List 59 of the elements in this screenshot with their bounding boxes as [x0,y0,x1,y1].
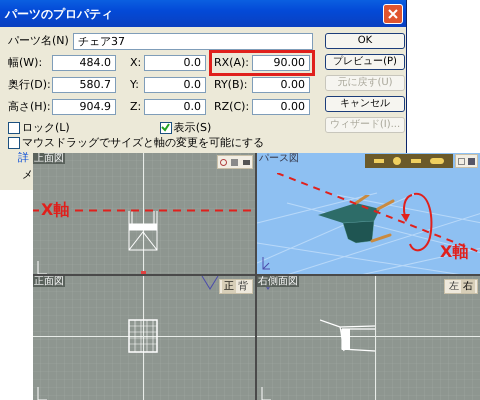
axis-icon [37,261,47,274]
chair-wireframe-drawing [128,210,158,252]
perspective-viewport[interactable]: X軸 パース図 [257,153,480,274]
view-toggle-button[interactable]: 右 [461,280,475,293]
checkbox[interactable] [8,122,20,134]
number-field[interactable]: 0.0 [144,99,206,115]
number-field[interactable]: 904.9 [52,99,116,115]
window-title: パーツのプロパティ [5,6,113,22]
camera-marker-icon [201,276,219,290]
field-label: 高さ(H): [8,98,52,115]
dialog-button[interactable]: キャンセル [325,96,405,112]
chair-wireframe-drawing [128,319,158,353]
group-text: メ [22,166,33,182]
group-label: 詳 [18,150,29,166]
close-button[interactable] [383,4,403,24]
viewport-title: パース図 [259,153,299,164]
checkbox[interactable] [8,136,20,148]
field-label: 奥行(D): [8,76,52,93]
number-field[interactable]: 484.0 [52,55,116,71]
checkbox-label: ロック(L) [22,121,70,134]
view-toggle-button[interactable]: 背 [236,280,250,293]
viewport-title: 右側面図 [257,276,299,287]
view-toggle-button[interactable]: 正 [222,280,236,293]
axis-icon [261,257,271,271]
name-field[interactable]: チェア37 [73,32,313,50]
view-tools-icon[interactable] [455,154,478,168]
checkbox-label: 表示(S) [174,121,212,134]
side-viewport[interactable]: 右側面図 左 右 [257,276,480,400]
field-label: Z: [129,98,142,115]
view-tools-icon[interactable] [217,155,253,169]
field-label: 幅(W): [8,54,44,71]
check-icon [161,123,170,132]
field-label: X: [129,54,142,71]
annotation-label: X軸 [39,201,72,219]
checkbox[interactable] [160,122,172,134]
dialog-button[interactable]: プレビュー(P) [325,54,405,70]
field-label: Y: [129,76,140,93]
front-viewport[interactable]: 正面図 正 背 [33,276,255,400]
view-toggle-button[interactable]: 左 [447,280,461,293]
number-field[interactable]: 580.7 [52,77,116,93]
viewport-title: 正面図 [33,276,65,287]
number-field[interactable]: 0.0 [144,55,206,71]
annotation-label: X軸 [440,243,468,261]
checkbox-label: マウスドラッグでサイズと軸の変更を可能にする [22,136,264,149]
number-field[interactable]: 0.00 [252,99,310,115]
axis-icon [261,387,271,400]
field-label: RX(A): [214,54,250,71]
axis-icon [37,387,47,400]
field-label: パーツ名(N) [8,32,70,49]
top-viewport[interactable]: 上面図 X軸 [33,153,255,274]
close-icon [388,8,398,18]
number-field[interactable]: 0.0 [144,77,206,93]
dialog-button[interactable]: OK [325,33,405,49]
number-field[interactable]: 90.00 [252,55,310,71]
number-field[interactable]: 0.00 [252,77,310,93]
field-label: RY(B): [214,76,248,93]
toolbar-logo-icon[interactable] [365,154,453,168]
field-label: RZ(C): [214,98,250,115]
viewport-title: 上面図 [33,153,65,164]
